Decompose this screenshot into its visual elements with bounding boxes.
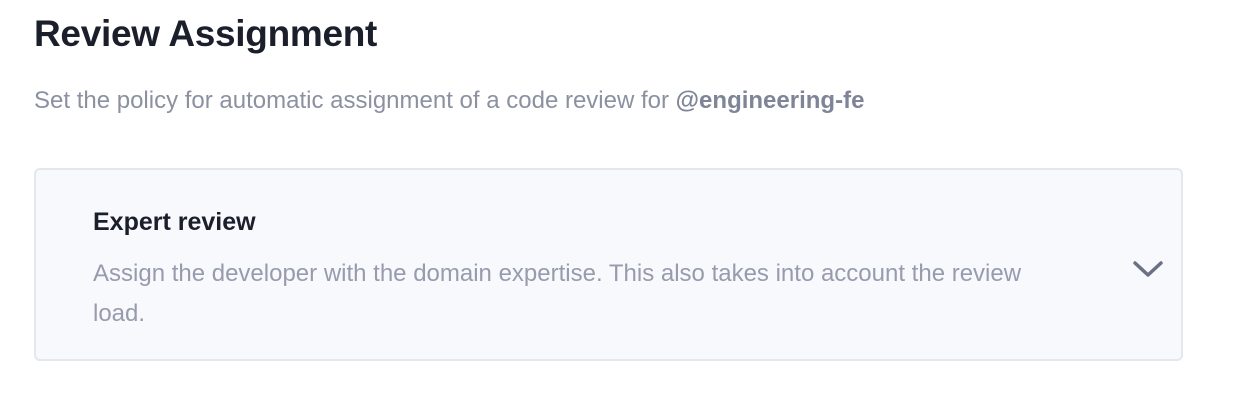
subtitle-text: Set the policy for automatic assignment … [34,87,676,114]
page-subtitle: Set the policy for automatic assignment … [34,86,864,116]
page-title: Review Assignment [34,13,378,54]
review-assignment-page: Review Assignment Set the policy for aut… [0,0,1236,400]
policy-option-title: Expert review [93,208,256,236]
team-handle: @engineering-fe [675,87,865,114]
review-policy-dropdown[interactable]: Expert review Assign the developer with … [34,168,1183,361]
chevron-down-icon[interactable] [1131,254,1165,284]
policy-option-description: Assign the developer with the domain exp… [93,260,1022,327]
